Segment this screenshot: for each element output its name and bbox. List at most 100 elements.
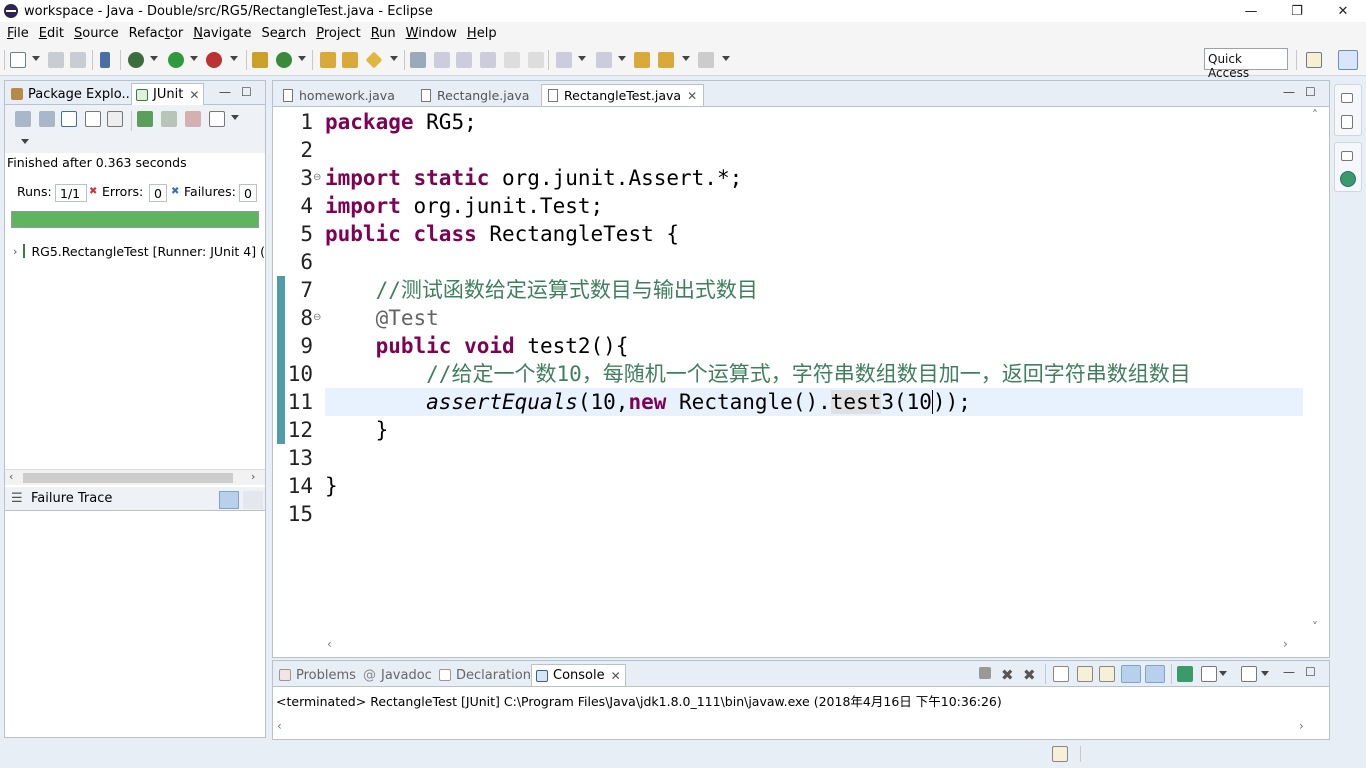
scroll-left-icon[interactable]: ‹ bbox=[327, 637, 332, 651]
minimize-icon[interactable]: — bbox=[1283, 665, 1295, 679]
tab-declaration[interactable]: Declaration bbox=[435, 664, 535, 686]
close-window-button[interactable]: ✕ bbox=[1320, 0, 1366, 22]
task-list-icon[interactable] bbox=[1341, 115, 1353, 129]
run-icon[interactable] bbox=[168, 52, 184, 68]
toggle-whitespace-icon[interactable] bbox=[456, 52, 472, 68]
fold-icon[interactable]: ⊖ bbox=[313, 172, 321, 183]
console-horizontal-scrollbar[interactable]: ‹ › bbox=[273, 719, 1329, 737]
back-icon[interactable] bbox=[658, 52, 674, 68]
scroll-thumb[interactable] bbox=[23, 473, 233, 483]
previous-failure-icon[interactable] bbox=[39, 111, 55, 127]
pin-console-icon[interactable] bbox=[1177, 666, 1193, 682]
word-wrap-icon[interactable] bbox=[1099, 666, 1115, 682]
tab-rectangle-java[interactable]: Rectangle.java bbox=[415, 84, 535, 106]
debug-dropdown-icon[interactable] bbox=[150, 56, 158, 61]
scroll-lock-icon[interactable] bbox=[1077, 666, 1093, 682]
remove-all-terminated-icon[interactable]: ✖ bbox=[1023, 666, 1039, 684]
scroll-up-icon[interactable]: ˄ bbox=[1312, 108, 1318, 122]
test-history-icon[interactable] bbox=[209, 111, 225, 127]
java-perspective-icon[interactable] bbox=[1338, 50, 1358, 70]
rerun-test-icon[interactable] bbox=[137, 111, 153, 127]
editor-vertical-scrollbar[interactable]: ˄ ˅ bbox=[1303, 108, 1329, 638]
tab-problems[interactable]: Problems bbox=[275, 664, 360, 686]
restore-icon[interactable] bbox=[1341, 93, 1353, 103]
minimize-window-button[interactable]: — bbox=[1228, 0, 1274, 22]
tab-console[interactable]: Console ✕ bbox=[531, 664, 626, 686]
menu-edit[interactable]: Edit bbox=[34, 26, 69, 41]
open-type-icon[interactable] bbox=[320, 52, 336, 68]
display-console-dropdown-icon[interactable] bbox=[1219, 671, 1227, 676]
new-java-package-icon[interactable] bbox=[252, 52, 268, 68]
close-icon[interactable]: ✕ bbox=[189, 88, 199, 102]
outline-icon[interactable] bbox=[1340, 171, 1356, 187]
menu-run[interactable]: Run bbox=[366, 26, 401, 41]
new-java-class-icon[interactable] bbox=[276, 52, 292, 68]
save-icon[interactable] bbox=[48, 52, 64, 68]
close-icon[interactable]: ✕ bbox=[687, 89, 697, 103]
terminate-icon[interactable] bbox=[979, 667, 991, 679]
filter-stack-trace-icon[interactable] bbox=[219, 491, 239, 509]
scroll-right-icon[interactable]: › bbox=[251, 470, 255, 483]
quick-access-field[interactable]: Quick Access bbox=[1204, 48, 1288, 80]
rerun-failures-first-icon[interactable] bbox=[161, 111, 177, 127]
show-skipped-icon[interactable] bbox=[107, 111, 123, 127]
menu-source[interactable]: Source bbox=[69, 26, 124, 41]
tab-rectangletest-java[interactable]: RectangleTest.java ✕ bbox=[541, 84, 705, 106]
search-icon[interactable] bbox=[365, 51, 383, 69]
next-annotation-dropdown-icon[interactable] bbox=[578, 56, 586, 61]
search-dropdown-icon[interactable] bbox=[390, 56, 398, 61]
menu-window[interactable]: Window bbox=[401, 26, 462, 41]
tab-junit[interactable]: JUnit ✕ bbox=[131, 83, 205, 105]
scroll-down-icon[interactable]: ˅ bbox=[1312, 620, 1318, 634]
debug-icon[interactable] bbox=[128, 52, 144, 68]
menu-refactor[interactable]: Refactor bbox=[124, 26, 189, 41]
new-dropdown-icon[interactable] bbox=[32, 56, 40, 61]
maximize-icon[interactable]: ☐ bbox=[1305, 665, 1316, 679]
external-tools-dropdown-icon[interactable] bbox=[230, 56, 238, 61]
forward-dropdown-icon[interactable] bbox=[722, 56, 730, 61]
scroll-left-icon[interactable]: ‹ bbox=[9, 470, 13, 483]
forward-icon[interactable] bbox=[698, 52, 714, 68]
compare-result-icon[interactable] bbox=[243, 491, 263, 509]
menu-search[interactable]: Search bbox=[257, 26, 312, 41]
test-history-dropdown-icon[interactable] bbox=[231, 115, 239, 120]
tab-javadoc[interactable]: @ Javadoc bbox=[359, 664, 436, 686]
save-all-icon[interactable] bbox=[70, 52, 86, 68]
restore-icon[interactable] bbox=[1341, 151, 1353, 161]
new-class-dropdown-icon[interactable] bbox=[298, 56, 306, 61]
code-area[interactable]: package RG5; import static org.junit.Ass… bbox=[325, 108, 1303, 636]
toggle-block-icon[interactable] bbox=[434, 52, 450, 68]
minimize-icon[interactable]: — bbox=[1283, 85, 1295, 99]
menu-help[interactable]: Help bbox=[462, 26, 502, 41]
scroll-right-icon[interactable]: › bbox=[1283, 637, 1288, 651]
remove-launch-icon[interactable]: ✖ bbox=[1001, 666, 1017, 684]
open-task-icon[interactable] bbox=[342, 52, 358, 68]
show-on-output-icon[interactable] bbox=[1121, 665, 1141, 683]
stop-test-icon[interactable] bbox=[185, 111, 201, 127]
scroll-right-icon[interactable]: › bbox=[1299, 719, 1304, 733]
tab-package-explorer[interactable]: Package Explo... bbox=[7, 83, 138, 105]
view-menu-icon[interactable] bbox=[21, 139, 29, 144]
editor-horizontal-scrollbar[interactable]: ‹ › bbox=[325, 637, 1303, 655]
pilcrow-icon[interactable] bbox=[528, 52, 544, 68]
maximize-icon[interactable]: ☐ bbox=[1305, 85, 1316, 99]
new-icon[interactable] bbox=[10, 52, 26, 68]
menu-navigate[interactable]: Navigate bbox=[188, 26, 256, 41]
progress-icon[interactable] bbox=[1052, 746, 1068, 762]
display-selected-console-icon[interactable] bbox=[1201, 666, 1217, 682]
next-failure-icon[interactable] bbox=[15, 111, 31, 127]
show-on-error-icon[interactable] bbox=[1145, 665, 1165, 683]
menu-file[interactable]: File bbox=[2, 26, 34, 41]
show-failures-only-icon[interactable] bbox=[61, 111, 77, 127]
external-tools-icon[interactable] bbox=[206, 52, 222, 68]
skip-breakpoints-icon[interactable] bbox=[100, 52, 110, 68]
clear-console-icon[interactable] bbox=[1053, 666, 1069, 682]
open-console-icon[interactable] bbox=[1241, 666, 1257, 682]
expand-arrow-icon[interactable]: › bbox=[13, 245, 17, 258]
test-tree-horizontal-scrollbar[interactable]: ‹ › bbox=[5, 469, 265, 485]
run-dropdown-icon[interactable] bbox=[190, 56, 198, 61]
toggle-mark-occurrences-icon[interactable] bbox=[410, 52, 426, 68]
test-tree-item[interactable]: › RG5.RectangleTest [Runner: JUnit 4] ( bbox=[5, 241, 265, 261]
fold-icon[interactable]: ⊖ bbox=[313, 312, 321, 323]
maximize-icon[interactable]: ☐ bbox=[241, 85, 252, 99]
